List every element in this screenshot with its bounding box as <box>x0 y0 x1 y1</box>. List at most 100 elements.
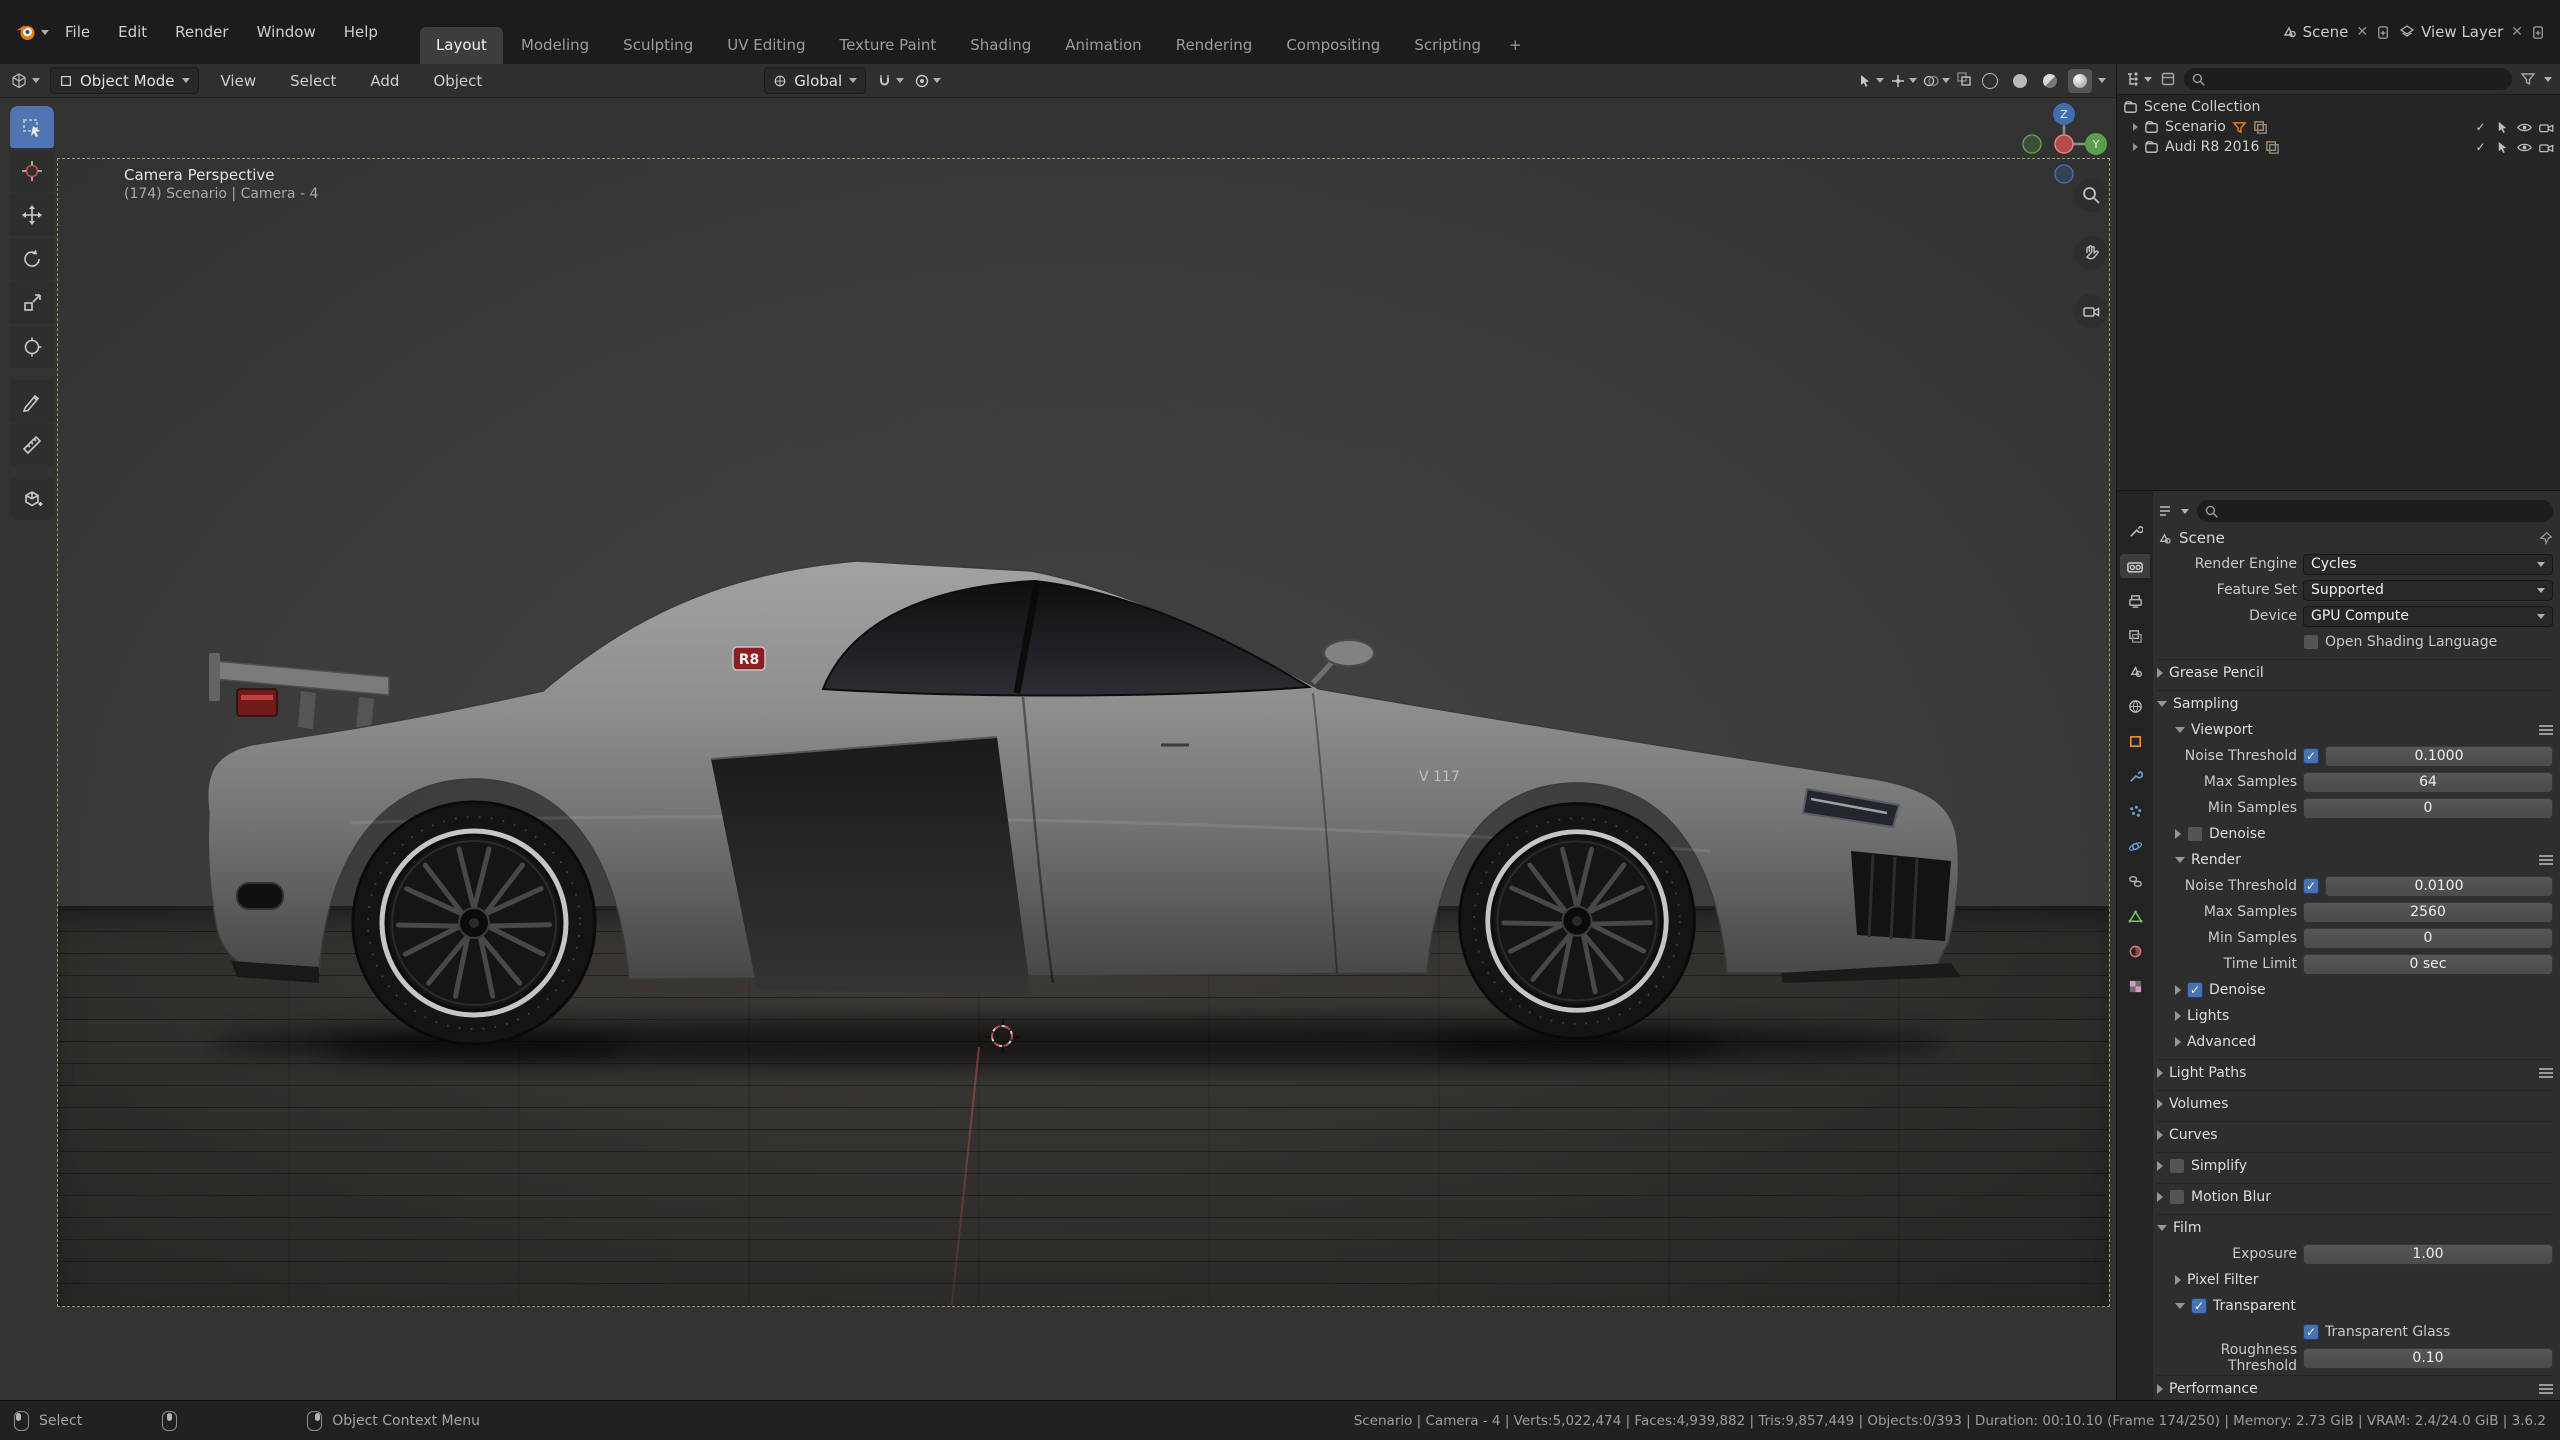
disclosure-icon[interactable] <box>2133 143 2138 151</box>
tab-texture[interactable] <box>2120 974 2150 998</box>
render-min-samples-field[interactable]: 0 <box>2303 927 2553 949</box>
panel-light-paths[interactable]: Light Paths <box>2157 1059 2553 1086</box>
close-icon[interactable]: ✕ <box>2509 24 2525 40</box>
exclude-checkbox[interactable]: ✓ <box>2473 140 2488 155</box>
menu-help[interactable]: Help <box>332 17 390 47</box>
transform-orientation-select[interactable]: Global <box>764 67 867 94</box>
camera-view-button[interactable] <box>2074 294 2108 328</box>
chevron-down-icon[interactable] <box>2544 76 2552 82</box>
tab-view-layer[interactable] <box>2120 624 2150 648</box>
render-engine-select[interactable]: Cycles <box>2303 553 2553 575</box>
panel-curves[interactable]: Curves <box>2157 1121 2553 1148</box>
viewport-noise-threshold-field[interactable]: 0.1000 <box>2325 745 2553 767</box>
transparent-checkbox[interactable] <box>2191 1298 2207 1314</box>
scene-selector[interactable]: Scene ✕ <box>2281 23 2391 41</box>
render-max-samples-field[interactable]: 2560 <box>2303 901 2553 923</box>
snap-toggle[interactable] <box>876 72 905 89</box>
tab-shading[interactable]: Shading <box>954 27 1047 64</box>
roughness-threshold-field[interactable]: 0.10 <box>2303 1347 2553 1369</box>
outliner-row-audi-r8[interactable]: Audi R8 2016 ✓ <box>2117 137 2560 157</box>
osl-checkbox[interactable] <box>2303 634 2319 650</box>
pin-icon[interactable] <box>2539 531 2553 545</box>
panel-transparent[interactable]: Transparent <box>2157 1293 2553 1319</box>
panel-simplify[interactable]: Simplify <box>2157 1152 2553 1179</box>
view-layer-selector[interactable]: View Layer ✕ <box>2399 23 2546 41</box>
tab-particles[interactable] <box>2120 799 2150 823</box>
outliner-search-input[interactable] <box>2184 68 2512 90</box>
tool-rotate[interactable] <box>10 238 54 280</box>
tab-physics[interactable] <box>2120 834 2150 858</box>
tab-scene[interactable] <box>2120 659 2150 683</box>
viewport-noise-threshold-checkbox[interactable] <box>2303 748 2319 764</box>
simplify-checkbox[interactable] <box>2169 1158 2185 1174</box>
panel-options-icon[interactable] <box>2539 725 2553 735</box>
menu-edit[interactable]: Edit <box>106 17 159 47</box>
selectable-icon[interactable] <box>2495 120 2510 135</box>
gizmo-z-neg-axis[interactable] <box>2054 164 2074 184</box>
menu-view[interactable]: View <box>209 66 269 96</box>
exposure-field[interactable]: 1.00 <box>2303 1243 2553 1265</box>
filter-icon[interactable] <box>2520 71 2536 87</box>
editor-type-button[interactable] <box>10 72 40 90</box>
tab-layout[interactable]: Layout <box>419 27 503 64</box>
menu-window[interactable]: Window <box>245 17 328 47</box>
device-select[interactable]: GPU Compute <box>2303 605 2553 627</box>
tab-modifiers[interactable] <box>2120 764 2150 788</box>
tab-render[interactable] <box>2120 554 2150 578</box>
tab-world[interactable] <box>2120 694 2150 718</box>
mode-select[interactable]: Object Mode <box>50 67 199 94</box>
transparent-glass-checkbox[interactable] <box>2303 1324 2319 1340</box>
panel-performance[interactable]: Performance <box>2157 1375 2553 1400</box>
viewport-canvas[interactable]: R8 V 117 Camera Perspective (174) Scenar… <box>0 98 2116 1400</box>
tool-select-box[interactable] <box>10 106 54 148</box>
proportional-editing-toggle[interactable] <box>914 73 942 89</box>
tab-object[interactable] <box>2120 729 2150 753</box>
exclude-checkbox[interactable]: ✓ <box>2473 120 2488 135</box>
panel-grease-pencil[interactable]: Grease Pencil <box>2157 659 2553 686</box>
tool-transform[interactable] <box>10 326 54 368</box>
panel-motion-blur[interactable]: Motion Blur <box>2157 1183 2553 1210</box>
panel-options-icon[interactable] <box>2539 1068 2553 1078</box>
motion-blur-checkbox[interactable] <box>2169 1189 2185 1205</box>
menu-select[interactable]: Select <box>278 66 348 96</box>
menu-render[interactable]: Render <box>163 17 240 47</box>
shading-wireframe-button[interactable] <box>1978 69 2002 93</box>
outliner-row-scene-collection[interactable]: Scene Collection <box>2117 97 2560 117</box>
tab-output[interactable] <box>2120 589 2150 613</box>
panel-options-icon[interactable] <box>2539 855 2553 865</box>
panel-lights[interactable]: Lights <box>2157 1003 2553 1029</box>
render-denoise-checkbox[interactable] <box>2187 982 2203 998</box>
viewport-max-samples-field[interactable]: 64 <box>2303 771 2553 793</box>
disclosure-icon[interactable] <box>2133 123 2138 131</box>
time-limit-field[interactable]: 0 sec <box>2303 953 2553 975</box>
panel-pixel-filter[interactable]: Pixel Filter <box>2157 1267 2553 1293</box>
car-model[interactable]: R8 V 117 <box>151 521 2001 1081</box>
pan-button[interactable] <box>2074 236 2108 270</box>
tab-material[interactable] <box>2120 939 2150 963</box>
menu-file[interactable]: File <box>53 17 102 47</box>
gizmo-x-axis[interactable] <box>2054 134 2074 154</box>
render-noise-threshold-field[interactable]: 0.0100 <box>2325 875 2553 897</box>
tab-tool[interactable] <box>2120 519 2150 543</box>
tool-cursor[interactable] <box>10 150 54 192</box>
selectable-icon[interactable] <box>2495 140 2510 155</box>
tab-scripting[interactable]: Scripting <box>1398 27 1497 64</box>
render-visibility-camera-icon[interactable] <box>2539 140 2554 155</box>
tool-scale[interactable] <box>10 282 54 324</box>
panel-sampling-viewport[interactable]: Viewport <box>2157 717 2553 743</box>
tab-uv-editing[interactable]: UV Editing <box>711 27 821 64</box>
tab-texture-paint[interactable]: Texture Paint <box>823 27 952 64</box>
panel-volumes[interactable]: Volumes <box>2157 1090 2553 1117</box>
tab-modeling[interactable]: Modeling <box>505 27 605 64</box>
gizmo-y-neg-axis[interactable] <box>2022 134 2042 154</box>
tool-add-cube[interactable] <box>10 478 54 520</box>
tool-move[interactable] <box>10 194 54 236</box>
close-icon[interactable]: ✕ <box>2354 24 2370 40</box>
selectability-visibility-dropdown[interactable] <box>1857 73 1884 89</box>
panel-advanced[interactable]: Advanced <box>2157 1029 2553 1055</box>
menu-object[interactable]: Object <box>421 66 494 96</box>
xray-toggle[interactable] <box>1956 71 1972 91</box>
outliner-row-scenario[interactable]: Scenario ✓ <box>2117 117 2560 137</box>
display-mode-icon[interactable] <box>2160 71 2176 87</box>
chevron-down-icon[interactable] <box>2098 78 2106 83</box>
